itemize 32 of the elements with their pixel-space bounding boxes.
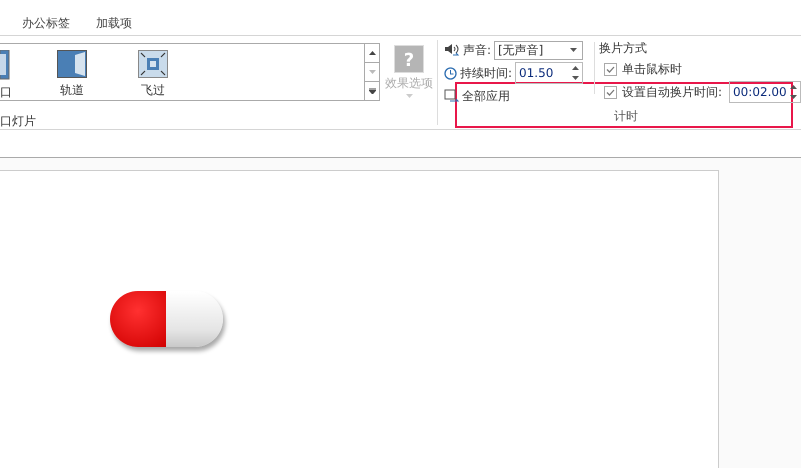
transition-icon [0, 50, 10, 80]
transition-icon [57, 50, 87, 78]
ribbon-tab[interactable]: 办公标签 [22, 15, 70, 32]
on-click-checkbox[interactable]: 单击鼠标时 [598, 60, 801, 78]
question-icon: ? [394, 45, 424, 73]
group-label: 口灯片 [0, 113, 37, 130]
caret-icon [570, 48, 577, 52]
caret-icon [406, 94, 412, 98]
section-title: 换片方式 [598, 40, 648, 56]
apply-all-button[interactable]: 全部应用 [444, 88, 510, 104]
spin-arrows-icon [572, 66, 579, 80]
advance-time-spinner[interactable]: 00:02.00 [729, 81, 801, 103]
transition-item[interactable]: 飞过 [138, 50, 168, 99]
sound-dropdown[interactable]: [无声音] [494, 40, 583, 60]
apply-all-icon [444, 89, 460, 103]
duration-label: 持续时间: [460, 64, 512, 82]
scroll-up-button[interactable] [365, 43, 380, 63]
transition-item[interactable]: 轨道 [57, 50, 87, 99]
more-button[interactable] [365, 81, 380, 101]
clock-icon [444, 66, 457, 80]
sound-label: 声音: [462, 42, 491, 58]
transition-item[interactable]: 口 [0, 50, 10, 101]
transition-icon [138, 50, 168, 78]
auto-advance-checkbox[interactable]: 设置自动换片时间: [598, 83, 722, 101]
up-arrow-icon [368, 51, 376, 55]
group-label: 计时 [614, 108, 639, 125]
down-arrow-icon [368, 70, 376, 74]
ribbon-tab[interactable]: 加载项 [96, 15, 132, 32]
expand-icon [368, 88, 376, 94]
spin-arrows-icon [790, 85, 797, 99]
speaker-icon [444, 43, 460, 57]
duration-spinner[interactable]: 01.50 [515, 62, 583, 84]
